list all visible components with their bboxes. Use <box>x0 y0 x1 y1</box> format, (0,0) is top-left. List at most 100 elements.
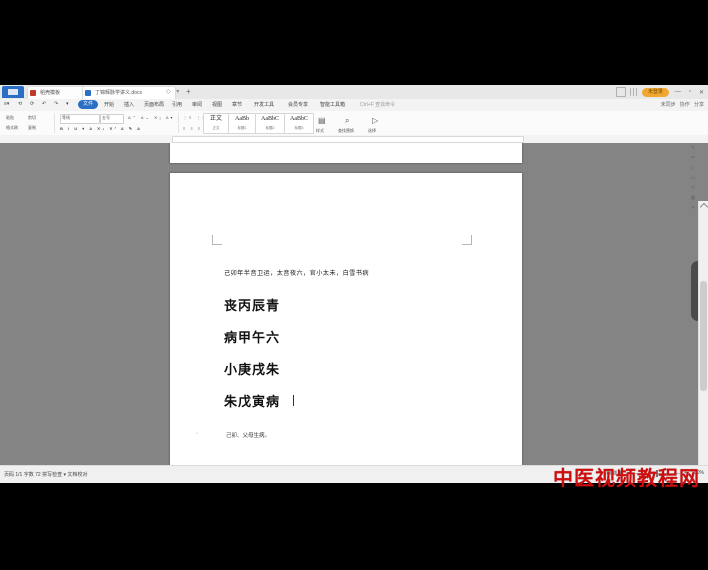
style-h3-sample: AaBbC <box>290 116 308 122</box>
quick-access-toolbar[interactable]: ≡▾ <box>4 101 9 107</box>
document-page-previous <box>170 143 522 163</box>
styles-pane-icon[interactable]: ▤ <box>318 116 326 125</box>
tab-templates-label: 稻壳模板 <box>40 90 61 96</box>
share-button[interactable]: 分享 <box>694 102 704 108</box>
style-h2-name: 标题2 <box>265 126 275 130</box>
side-tool-rail: ✎ ✒ ▷ ⊔ ⟲ ▩ ✳ <box>688 145 698 212</box>
template-favicon <box>30 90 36 96</box>
select-icon[interactable]: ▷ <box>372 116 378 125</box>
qa-undo-icon[interactable]: ↶ <box>42 101 46 107</box>
ribbon-right-tools: 未同步 协作 分享 <box>661 101 704 108</box>
word-application-window: 稻壳模板 丁锦辉脉学讲义.docx ◇ ▾ + 未登录 — ▫ ✕ ≡▾ ⟲ ⟳… <box>0 85 708 483</box>
scroll-up-arrow-icon[interactable] <box>699 202 708 212</box>
document-vertical-scrollbar[interactable] <box>698 201 708 465</box>
qa-print-icon[interactable]: ⟳ <box>30 101 34 107</box>
style-normal-name: 正文 <box>212 126 220 130</box>
ribbon-tab-row: ≡▾ ⟲ ⟳ ↶ ↷ ▾ 文件 开始 插入 页面布局 引用 审阅 视图 章节 开… <box>0 99 708 111</box>
style-h2-sample: AaBbC <box>261 116 279 122</box>
video-player-controls: 01:13:35 02:07:48 倍速 高清 SWP 字幕 查找 SWP <box>0 490 708 570</box>
tab-document[interactable]: 丁锦辉脉学讲义.docx <box>82 86 176 99</box>
status-left-text: 页码 1/1 字数 72 拼写检查 ▾ 文档校对 <box>4 472 88 478</box>
video-viewport[interactable]: 稻壳模板 丁锦辉脉学讲义.docx ◇ ▾ + 未登录 — ▫ ✕ ≡▾ ⟲ ⟳… <box>0 0 708 490</box>
window-right-controls: 未登录 — ▫ ✕ <box>615 86 706 98</box>
maximize-button[interactable]: ▫ <box>687 89 693 95</box>
qa-save-icon[interactable]: ⟲ <box>18 101 22 107</box>
style-heading-3[interactable]: AaBbC 标题3 <box>284 113 314 134</box>
style-heading-1[interactable]: AaBb 标题1 <box>228 113 256 134</box>
ribbon-tab-section[interactable]: 章节 <box>232 101 242 108</box>
document-favicon <box>85 90 91 96</box>
pen-icon[interactable]: ✎ <box>690 145 697 152</box>
brush-icon[interactable]: ✒ <box>690 155 697 162</box>
collaborate-button[interactable]: 协作 <box>680 102 690 108</box>
word-tab-strip: 稻壳模板 丁锦辉脉学讲义.docx ◇ ▾ + 未登录 — ▫ ✕ <box>0 85 708 100</box>
font-size-label: 五号 <box>102 115 110 120</box>
new-tab-button[interactable]: + <box>186 87 191 97</box>
document-line-3: 小庚戌朱 <box>224 362 281 377</box>
ribbon-tab-member[interactable]: 会员专享 <box>288 101 308 108</box>
document-intro-line: 己卯年半音卫运，太音夜六，官小太未，白雪书病 <box>224 270 369 277</box>
app-screen: 稻壳模板 丁锦辉脉学讲义.docx ◇ ▾ + 未登录 — ▫ ✕ ≡▾ ⟲ ⟳… <box>0 0 708 570</box>
style-heading-2[interactable]: AaBbC 标题2 <box>255 113 285 134</box>
search-icon[interactable]: ⌕ <box>345 116 349 126</box>
command-search-hint[interactable]: Ctrl+F 查找命令 <box>360 101 395 108</box>
document-page-current[interactable]: 己卯年半音卫运，太音夜六，官小太未，白雪书病 丧丙辰青 病甲午六 小庚戌朱 朱戊… <box>170 173 522 465</box>
ribbon-tab-file[interactable]: 文件 <box>78 100 99 109</box>
sync-status-label[interactable]: 未同步 <box>661 102 676 108</box>
ribbon-tab-home[interactable]: 开始 <box>104 101 114 108</box>
minimize-button[interactable]: — <box>673 89 683 95</box>
font-name-label: 等线 <box>62 115 70 120</box>
ribbon-tab-review[interactable]: 审阅 <box>192 101 202 108</box>
font-format-icons[interactable]: B I U ▾ A ✕₂ ✕² A ✎ A <box>60 126 142 131</box>
sparkle-icon[interactable]: ✳ <box>690 205 697 212</box>
margin-mark-top-left <box>212 235 222 245</box>
footnote-marker: ▫ <box>196 431 198 437</box>
style-h1-name: 标题1 <box>237 126 247 130</box>
style-normal-sample: 正文 <box>209 116 222 122</box>
ribbon-divider-2 <box>178 113 179 133</box>
document-canvas[interactable]: 己卯年半音卫运，太音夜六，官小太未，白雪书病 丧丙辰青 病甲午六 小庚戌朱 朱戊… <box>0 143 708 465</box>
document-footnote: 己卯、父母生病。 <box>226 433 271 439</box>
grid-icon[interactable]: ▩ <box>690 195 697 202</box>
tab-document-label: 丁锦辉脉学讲义.docx <box>95 90 142 96</box>
ribbon-tab-view[interactable]: 视图 <box>212 101 222 108</box>
tab-overflow-arrows[interactable]: ◇ ▾ <box>166 88 181 95</box>
margin-mark-top-right <box>462 235 472 245</box>
find-replace-label: 查找替换 <box>338 128 354 133</box>
ribbon-tab-layout[interactable]: 页面布局 <box>144 101 164 108</box>
qa-redo-icon[interactable]: ↷ <box>54 101 58 107</box>
scrollbar-thumb[interactable] <box>700 281 707 391</box>
layout-icon[interactable] <box>615 87 626 97</box>
text-cursor <box>293 395 294 406</box>
style-normal[interactable]: 正文 正文 <box>203 113 229 134</box>
cut-button[interactable]: 剪切 <box>28 115 36 121</box>
tab-home-button[interactable] <box>2 86 24 98</box>
home-icon <box>8 89 18 95</box>
close-button[interactable]: ✕ <box>697 89 706 96</box>
ribbon-tab-reference[interactable]: 引用 <box>172 101 182 108</box>
font-effects-icons[interactable]: A⌃ A⌄ ✕₂ A▾ <box>128 115 175 120</box>
qa-more-icon[interactable]: ▾ <box>66 101 69 107</box>
document-line-1: 丧丙辰青 <box>224 298 281 313</box>
ribbon-tab-insert[interactable]: 插入 <box>124 101 134 108</box>
styles-label: 样式 <box>316 128 324 133</box>
select-label: 选择 <box>368 128 376 133</box>
style-h1-sample: AaBb <box>235 116 249 122</box>
text-icon[interactable]: ⊔ <box>690 175 697 182</box>
document-line-4: 朱戊寅病 <box>224 394 281 409</box>
paste-button[interactable]: 粘贴 <box>6 115 14 121</box>
ribbon-tab-developer[interactable]: 开发工具 <box>254 101 274 108</box>
login-badge[interactable]: 未登录 <box>641 87 669 97</box>
format-painter-button[interactable]: 格式刷 <box>6 125 18 131</box>
shape-icon[interactable]: ▷ <box>690 165 697 172</box>
watermark-line-1: 中医视频教程网 <box>553 468 700 490</box>
document-line-2: 病甲午六 <box>224 330 281 345</box>
undo-icon[interactable]: ⟲ <box>690 185 697 192</box>
ribbon-body: 粘贴 格式刷 剪切 复制 等线 五号 A⌃ A⌄ ✕₂ A▾ B I U ▾ A… <box>0 111 708 136</box>
ribbon-tab-smart-toolbox[interactable]: 智能工具箱 <box>320 101 345 108</box>
menu-icon[interactable] <box>629 88 638 96</box>
ruler-text-area <box>172 136 524 143</box>
copy-button[interactable]: 复制 <box>28 125 36 131</box>
style-h3-name: 标题3 <box>294 126 304 130</box>
video-letterbox-top <box>0 0 708 85</box>
